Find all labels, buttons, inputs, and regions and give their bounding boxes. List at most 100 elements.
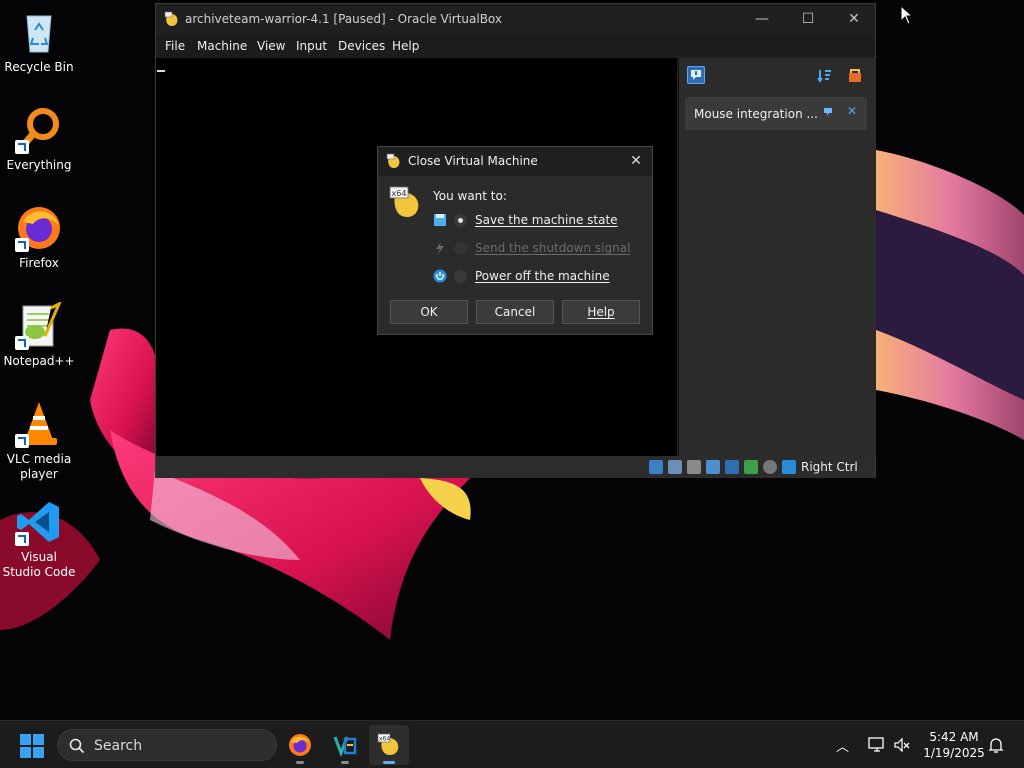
system-clock[interactable]: 5:42 AM 1/19/2025: [918, 729, 990, 761]
option-shutdown-signal: Send the shutdown signal: [433, 240, 643, 258]
virtualbox-icon: [333, 736, 357, 757]
clock-date: 1/19/2025: [923, 746, 985, 760]
dialog-close-button[interactable]: ✕: [626, 151, 646, 171]
menu-file[interactable]: File: [165, 39, 185, 53]
desktop-icon-vlc[interactable]: VLC media player: [2, 400, 76, 482]
windows-logo-icon: [20, 734, 44, 758]
notification-bell-icon[interactable]: [987, 736, 1005, 754]
menu-machine[interactable]: Machine: [197, 39, 247, 53]
power-off-icon: [433, 269, 447, 283]
window-titlebar[interactable]: archiveteam-warrior-4.1 [Paused] - Oracl…: [156, 4, 875, 35]
volume-muted-icon[interactable]: [893, 736, 911, 754]
status-bar: Right Ctrl: [156, 456, 875, 478]
mouse-capture-icon[interactable]: [782, 460, 796, 474]
taskbar: Search x64 ︿ 5:42 AM 1/19/2025: [0, 720, 1024, 768]
save-state-icon: [433, 213, 447, 227]
option-label: Send the shutdown signal: [475, 241, 631, 255]
active-indicator: [383, 761, 395, 764]
taskbar-search-box[interactable]: Search: [57, 729, 277, 761]
clock-time: 5:42 AM: [929, 730, 979, 744]
notification-toggle-icon[interactable]: [687, 66, 705, 84]
close-window-button[interactable]: ✕: [831, 4, 877, 35]
vscode-icon: [15, 498, 63, 546]
notepad-plus-plus-icon: [15, 300, 63, 350]
option-label: Save the machine state: [475, 213, 618, 227]
dialog-prompt: You want to:: [433, 189, 507, 203]
window-title: archiveteam-warrior-4.1 [Paused] - Oracl…: [185, 12, 503, 26]
mouse-pointer-icon: [900, 5, 914, 25]
minimize-button[interactable]: —: [739, 4, 785, 35]
desktop-icon-label: Visual Studio Code: [2, 550, 76, 579]
search-placeholder: Search: [94, 738, 143, 754]
taskbar-virtualbox[interactable]: [325, 725, 365, 765]
radio-power-off[interactable]: [454, 270, 467, 283]
close-vm-dialog: Close Virtual Machine ✕ x64 You want to:…: [377, 146, 653, 335]
everything-icon: [15, 106, 63, 154]
network-icon[interactable]: [706, 460, 720, 474]
firefox-icon: [289, 734, 311, 756]
notification-center-panel: Mouse integration ... ✕: [678, 58, 876, 456]
cancel-button[interactable]: Cancel: [476, 300, 554, 324]
menu-help[interactable]: Help: [392, 39, 419, 53]
pin-icon[interactable]: [822, 106, 834, 118]
search-icon: [69, 738, 85, 754]
optical-drive-icon[interactable]: [668, 460, 682, 474]
shared-folders-icon[interactable]: [744, 460, 758, 474]
svg-text:x64: x64: [379, 736, 390, 743]
menu-devices[interactable]: Devices: [338, 39, 385, 53]
shortcut-arrow-icon: [15, 140, 29, 154]
desktop-icon-label: Everything: [6, 158, 72, 172]
dialog-titlebar[interactable]: Close Virtual Machine ✕: [378, 147, 652, 176]
hard-disk-icon[interactable]: [649, 460, 663, 474]
dialog-title: Close Virtual Machine: [408, 154, 538, 168]
running-indicator: [296, 761, 304, 764]
notification-item: Mouse integration ... ✕: [685, 97, 867, 130]
desktop-icon-vscode[interactable]: Visual Studio Code: [2, 498, 76, 580]
usb-icon[interactable]: [725, 460, 739, 474]
start-button[interactable]: [20, 734, 44, 758]
dismiss-notification-icon[interactable]: ✕: [847, 104, 859, 118]
desktop-icon-everything[interactable]: Everything: [2, 106, 76, 173]
text-cursor: [157, 70, 165, 72]
radio-shutdown-signal: [454, 242, 467, 255]
desktop-icon-label: VLC media player: [6, 452, 72, 481]
shortcut-arrow-icon: [15, 532, 29, 546]
option-power-off[interactable]: Power off the machine: [433, 268, 643, 286]
menu-input[interactable]: Input: [296, 39, 327, 53]
radio-save-state[interactable]: [454, 214, 467, 227]
desktop-icon-recycle-bin[interactable]: Recycle Bin: [2, 8, 76, 75]
shortcut-arrow-icon: [15, 238, 29, 252]
sort-icon[interactable]: [817, 68, 833, 84]
virtualbox-vm-icon: [386, 153, 402, 169]
desktop-icon-firefox[interactable]: Firefox: [2, 204, 76, 271]
option-save-state[interactable]: Save the machine state: [433, 212, 643, 230]
menu-bar: File Machine View Input Devices Help: [156, 35, 875, 57]
desktop-icon-label: Recycle Bin: [4, 60, 74, 74]
desktop-icon-label: Firefox: [19, 256, 59, 270]
desktop-icon-label: Notepad++: [3, 354, 75, 368]
running-indicator: [341, 761, 349, 764]
taskbar-firefox[interactable]: [280, 725, 320, 765]
shortcut-arrow-icon: [15, 434, 29, 448]
recording-icon[interactable]: [763, 460, 777, 474]
host-key-label: Right Ctrl: [801, 460, 858, 474]
vm-os-64bit-icon: x64: [389, 185, 423, 219]
desktop-icon-notepad-plus-plus[interactable]: Notepad++: [2, 300, 76, 369]
option-label: Power off the machine: [475, 269, 610, 283]
network-icon[interactable]: [868, 736, 886, 754]
recycle-bin-icon: [15, 8, 63, 56]
audio-icon[interactable]: [687, 460, 701, 474]
virtualbox-vm-icon: x64: [377, 733, 399, 755]
maximize-button[interactable]: ☐: [785, 4, 831, 35]
help-button[interactable]: Help: [562, 300, 640, 324]
shortcut-arrow-icon: [15, 336, 29, 350]
panel-toolbar: [679, 58, 876, 92]
shutdown-signal-icon: [433, 241, 447, 255]
clear-all-icon[interactable]: [847, 68, 863, 84]
chevron-up-icon[interactable]: ︿: [836, 736, 852, 755]
notification-text: Mouse integration ...: [694, 107, 818, 121]
vlc-cone-icon: [15, 400, 63, 448]
ok-button[interactable]: OK: [390, 300, 468, 324]
menu-view[interactable]: View: [257, 39, 285, 53]
taskbar-vm-window[interactable]: x64: [369, 725, 409, 765]
